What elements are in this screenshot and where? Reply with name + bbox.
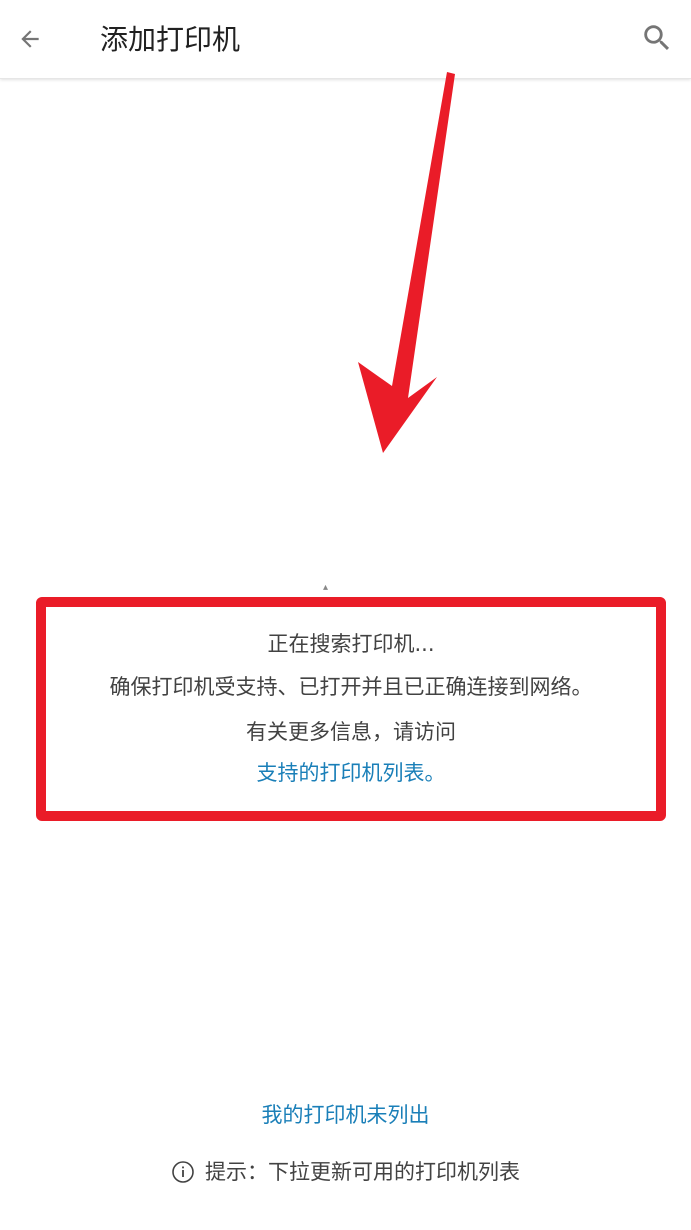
search-icon xyxy=(644,25,670,51)
supported-printers-link[interactable]: 支持的打印机列表。 xyxy=(46,758,656,788)
info-icon xyxy=(172,1161,194,1183)
hint-text: 提示：下拉更新可用的打印机列表 xyxy=(205,1160,520,1184)
searching-text: 正在搜索打印机... xyxy=(267,632,435,656)
hint-row: 提示：下拉更新可用的打印机列表 xyxy=(0,1157,691,1187)
back-button[interactable] xyxy=(10,17,50,61)
loading-indicator: ▴ xyxy=(323,582,329,593)
arrow-left-icon xyxy=(21,30,39,48)
annotation-highlight-box: 正在搜索打印机... 确保打印机受支持、已打开并且已正确连接到网络。 有关更多信… xyxy=(36,597,666,821)
ensure-connected-text: 确保打印机受支持、已打开并且已正确连接到网络。 xyxy=(109,675,593,699)
search-button[interactable] xyxy=(637,15,677,61)
more-info-text: 有关更多信息，请访问 xyxy=(246,720,456,744)
app-bar: 添加打印机 xyxy=(0,0,691,79)
page-title: 添加打印机 xyxy=(100,23,241,56)
printer-not-listed-link[interactable]: 我的打印机未列出 xyxy=(0,1100,691,1130)
